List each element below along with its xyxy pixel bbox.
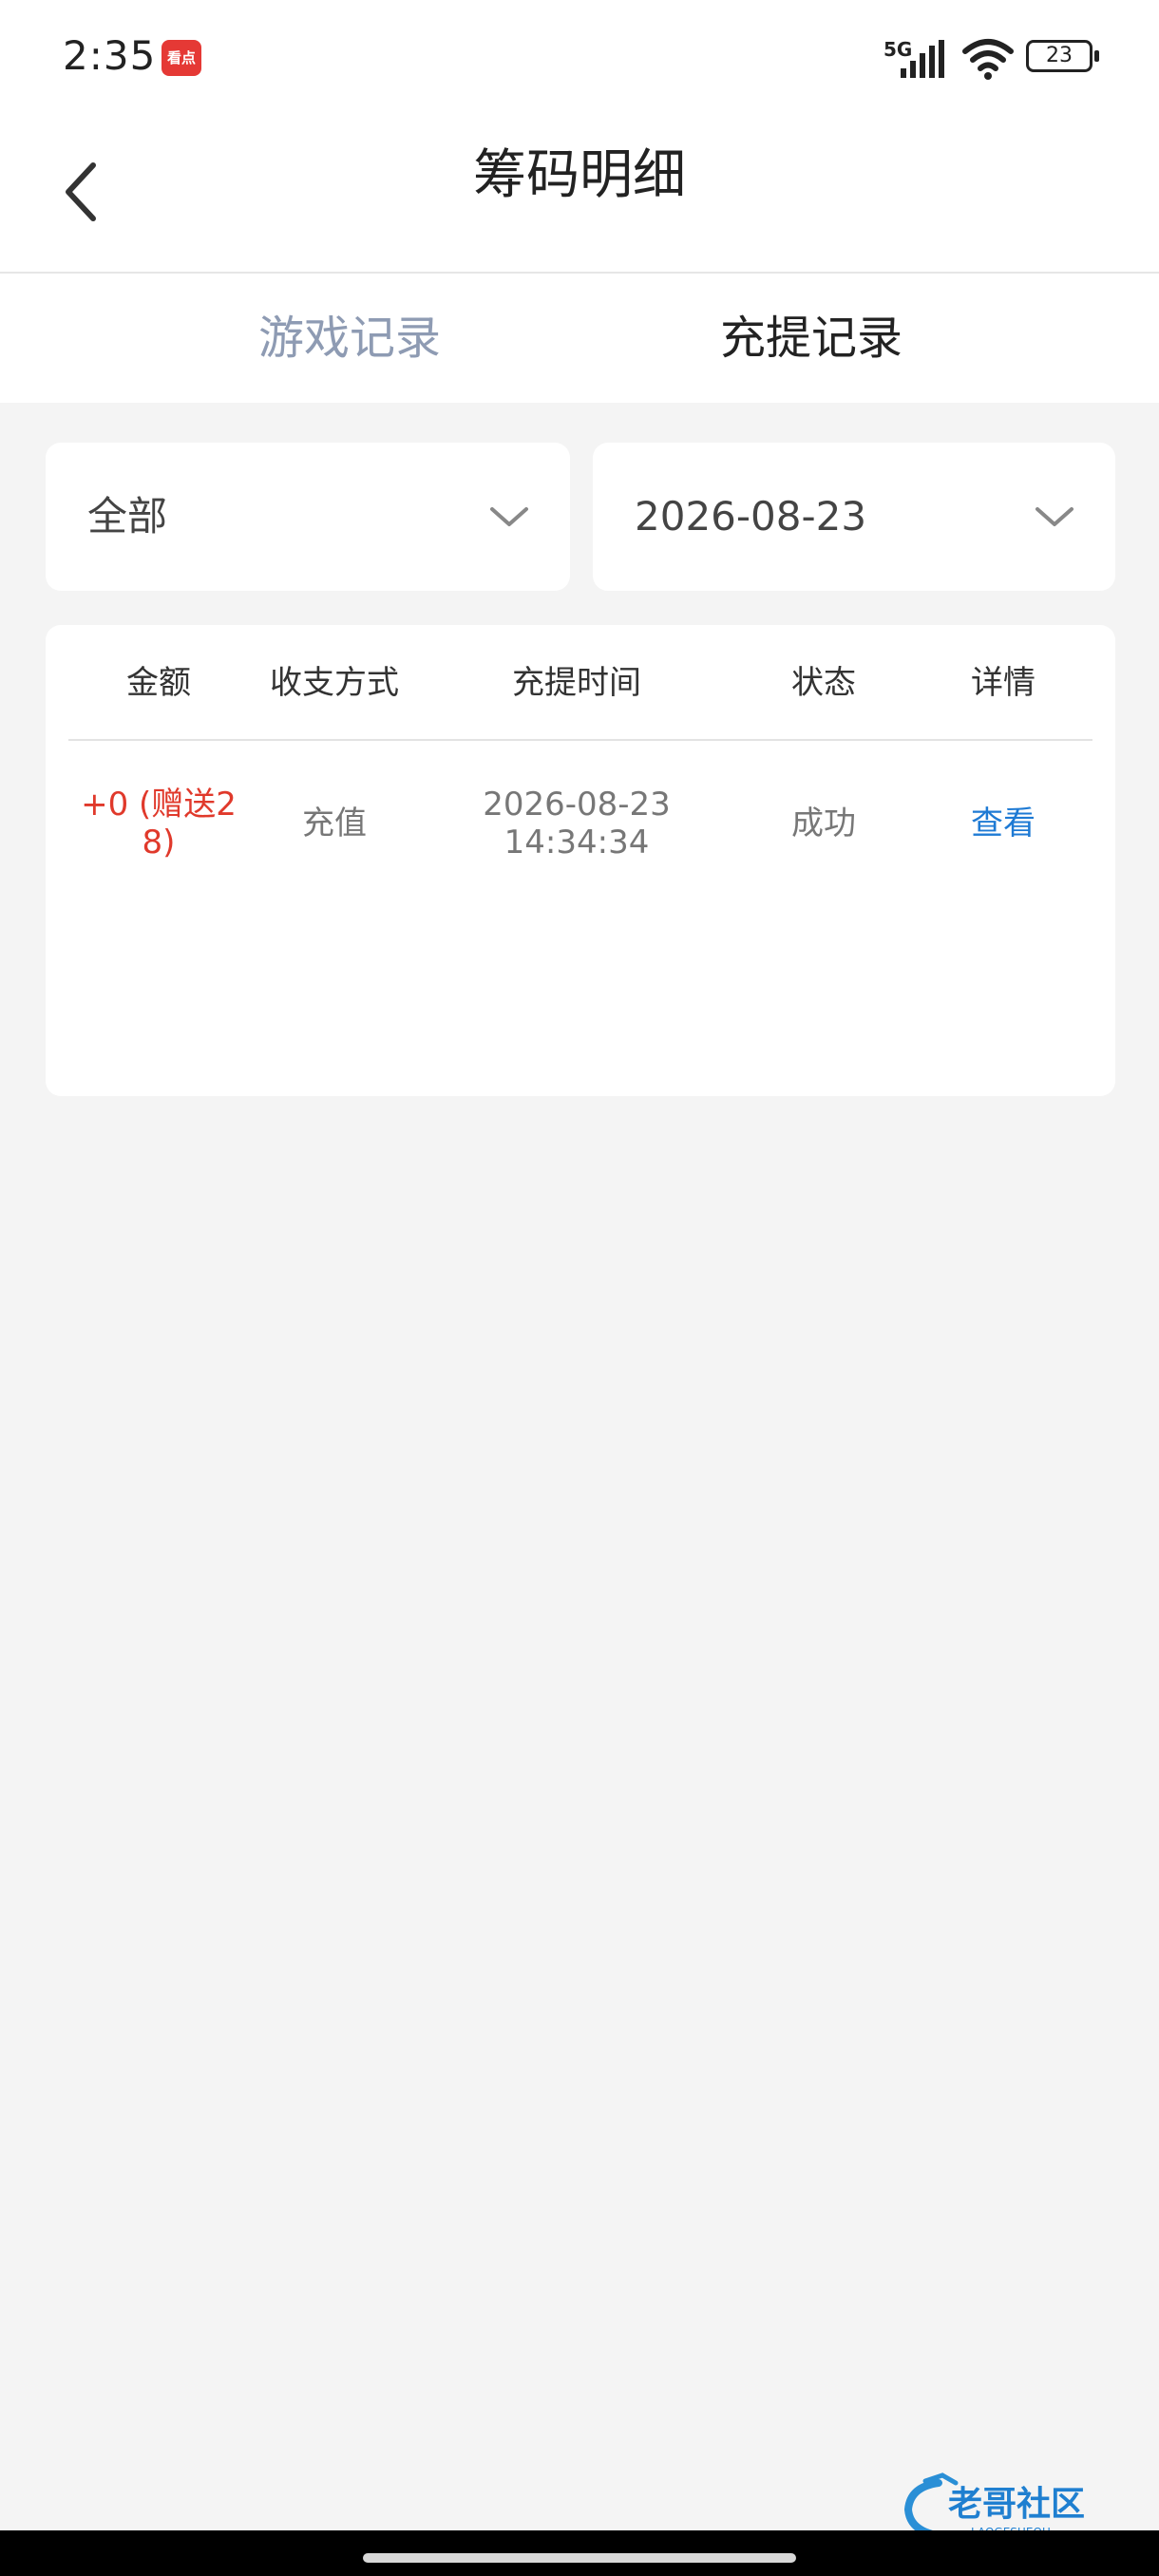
app-notification-icon: 看点 [162, 40, 201, 76]
chevron-down-icon [490, 507, 528, 526]
status-cell: 成功 [791, 805, 856, 843]
back-button[interactable] [46, 144, 114, 239]
date-filter-dropdown[interactable]: 2026-08-23 [593, 443, 1115, 591]
amount-cell: +0 (赠送2 8) [68, 743, 249, 904]
header: 筹码明细 [0, 112, 1159, 274]
chevron-left-icon [66, 162, 96, 221]
table-row: +0 (赠送2 8) 充值 2026-08-23 14:34:34 成功 查看 [68, 743, 1092, 904]
amount-line-2: 8) [142, 824, 176, 862]
time-cell: 2026-08-23 14:34:34 [420, 743, 733, 904]
method-cell: 充值 [302, 805, 367, 843]
type-filter-value: 全部 [87, 493, 168, 540]
table-header: 金额 收支方式 充提时间 状态 详情 [68, 625, 1092, 741]
view-detail-link[interactable]: 查看 [914, 743, 1092, 904]
tab-deposit-withdraw-records[interactable]: 充提记录 [621, 274, 1001, 403]
tab-bar: 游戏记录 充提记录 [0, 274, 1159, 403]
watermark-text: 老哥社区 [948, 2485, 1085, 2524]
wifi-icon [962, 39, 1014, 80]
column-header-status: 状态 [791, 664, 856, 702]
column-header-method: 收支方式 [270, 664, 399, 702]
date-filter-value: 2026-08-23 [635, 493, 867, 540]
records-table: 金额 收支方式 充提时间 状态 详情 +0 (赠送2 8) 充值 2026-08… [46, 625, 1115, 1096]
signal-icon [901, 40, 944, 78]
tab-game-records[interactable]: 游戏记录 [160, 274, 540, 403]
type-filter-dropdown[interactable]: 全部 [46, 443, 570, 591]
amount-line-1: +0 (赠送2 [81, 786, 237, 824]
page-title: 筹码明细 [473, 144, 686, 206]
time-clock: 14:34:34 [504, 824, 650, 862]
time-date: 2026-08-23 [483, 786, 671, 824]
status-time: 2:35 [63, 32, 157, 79]
column-header-time: 充提时间 [512, 664, 641, 702]
chevron-down-icon [1036, 507, 1074, 526]
home-indicator[interactable] [363, 2553, 796, 2563]
status-bar: 2:35 看点 5G 23 [0, 0, 1159, 112]
battery-level: 23 [1046, 44, 1073, 67]
column-header-amount: 金额 [126, 664, 191, 702]
battery-icon: 23 [1026, 40, 1099, 72]
column-header-detail: 详情 [971, 664, 1036, 702]
